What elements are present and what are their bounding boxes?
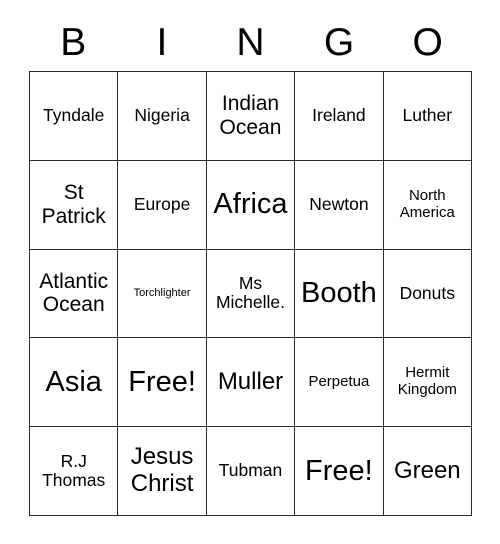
bingo-cell-label: Perpetua: [308, 372, 370, 390]
bingo-cell-label: Atlantic Ocean: [39, 269, 109, 317]
bingo-cell[interactable]: R.J Thomas: [30, 427, 119, 516]
bingo-card: B I N G O Tyndale Nigeria Indian Ocean I…: [0, 0, 500, 544]
header-letter-i: I: [156, 21, 168, 64]
bingo-cell-label: North America: [399, 186, 455, 221]
bingo-cell-label: Tyndale: [43, 105, 105, 126]
bingo-cell[interactable]: Luther: [383, 72, 472, 161]
bingo-cell[interactable]: Booth: [295, 249, 384, 339]
bingo-cell-label: Europe: [133, 193, 191, 214]
bingo-cell[interactable]: St Patrick: [30, 160, 119, 250]
bingo-cell[interactable]: Perpetua: [295, 338, 384, 428]
bingo-cell-label: Hermit Kingdom: [397, 364, 457, 399]
bingo-cell[interactable]: Nigeria: [118, 72, 207, 161]
bingo-cell[interactable]: North America: [383, 160, 472, 250]
header-letter-b: B: [60, 21, 87, 64]
bingo-cell-label: Ms Michelle.: [215, 272, 286, 313]
bingo-cell[interactable]: Muller: [206, 338, 296, 428]
bingo-cell[interactable]: Ireland: [295, 72, 384, 161]
bingo-cell[interactable]: Tubman: [206, 427, 296, 516]
bingo-cell-label: Africa: [213, 188, 288, 221]
bingo-cell[interactable]: Tyndale: [30, 72, 119, 161]
bingo-cell[interactable]: Africa: [206, 160, 296, 250]
bingo-header: B I N G O: [29, 14, 472, 71]
bingo-cell-label: Nigeria: [134, 105, 190, 126]
bingo-cell-label: Indian Ocean: [219, 92, 282, 139]
bingo-cell-label: Free!: [128, 366, 196, 399]
bingo-cell-label: St Patrick: [41, 181, 106, 228]
bingo-cell-label: Muller: [217, 367, 284, 395]
bingo-cell[interactable]: Indian Ocean: [206, 72, 296, 161]
bingo-cell[interactable]: Ms Michelle.: [206, 249, 296, 339]
bingo-grid: Tyndale Nigeria Indian Ocean Ireland Lut…: [29, 71, 472, 516]
bingo-cell-free[interactable]: Free!: [295, 427, 384, 516]
bingo-cell-label: Green: [393, 456, 461, 484]
bingo-cell-label: Tubman: [218, 460, 283, 481]
bingo-cell[interactable]: Jesus Christ: [118, 427, 207, 516]
bingo-cell-label: Newton: [309, 193, 369, 214]
bingo-cell-label: Jesus Christ: [130, 443, 194, 498]
bingo-cell-label: Booth: [300, 277, 377, 310]
bingo-cell-label: Ireland: [312, 105, 366, 126]
bingo-cell-label: Free!: [305, 454, 373, 487]
bingo-cell[interactable]: Torchlighter: [118, 249, 207, 339]
bingo-cell[interactable]: Hermit Kingdom: [383, 338, 472, 428]
bingo-cell[interactable]: Asia: [30, 338, 119, 428]
bingo-cell[interactable]: Atlantic Ocean: [30, 249, 119, 339]
header-letter-g: G: [323, 21, 355, 64]
bingo-cell[interactable]: Newton: [295, 160, 384, 250]
header-letter-n: N: [236, 21, 265, 64]
bingo-cell-free[interactable]: Free!: [118, 338, 207, 428]
bingo-cell-label: R.J Thomas: [42, 450, 106, 491]
bingo-cell-label: Asia: [45, 366, 102, 399]
bingo-cell[interactable]: Donuts: [383, 249, 472, 339]
bingo-cell[interactable]: Europe: [118, 160, 207, 250]
bingo-cell[interactable]: Green: [383, 427, 472, 516]
header-letter-o: O: [412, 21, 443, 64]
bingo-cell-label: Luther: [402, 105, 453, 126]
bingo-cell-label: Donuts: [399, 282, 456, 303]
bingo-cell-label: Torchlighter: [133, 287, 191, 300]
